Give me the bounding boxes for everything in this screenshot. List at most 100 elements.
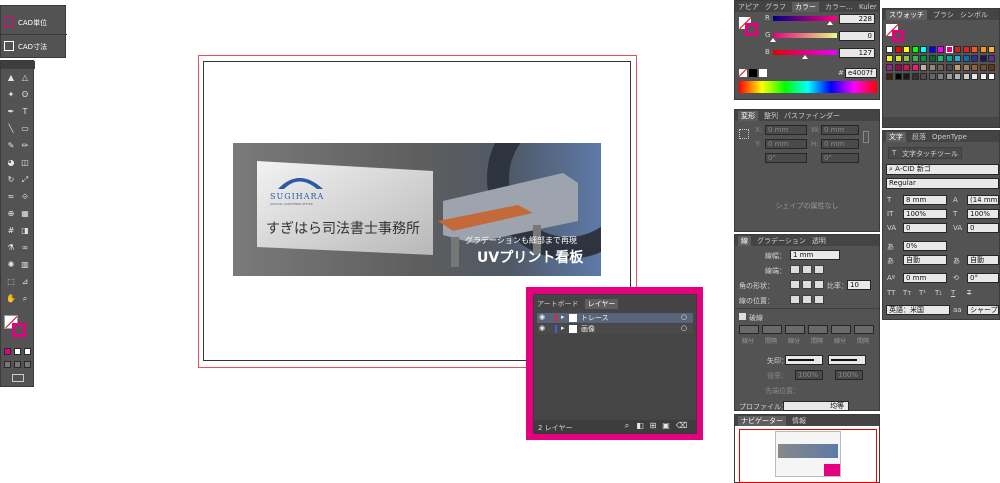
channel-g-slider[interactable] <box>773 33 837 38</box>
antialias-select[interactable]: シャープ <box>967 305 999 315</box>
swatch[interactable] <box>954 46 961 53</box>
tab-paragraph[interactable]: 段落 <box>912 132 926 142</box>
artboard-tool-icon[interactable]: ⬚ <box>6 277 16 287</box>
swatch[interactable] <box>894 55 902 62</box>
type-tool-icon[interactable]: T <box>20 107 30 117</box>
channel-r-value[interactable]: 228 <box>839 14 875 24</box>
white-color-icon[interactable] <box>759 69 767 77</box>
swatch[interactable] <box>903 55 910 62</box>
tracking-field[interactable]: 0 <box>967 223 999 233</box>
color-stroke-swatch[interactable] <box>745 23 758 36</box>
tools-panel-grip[interactable] <box>1 61 35 69</box>
hex-input[interactable]: e4007f <box>845 68 877 78</box>
strikethrough-icon[interactable]: T <box>967 289 971 297</box>
swatch[interactable] <box>971 64 978 71</box>
h-scale-field[interactable]: 100% <box>967 209 999 219</box>
layer-target-icon[interactable]: ○ <box>681 324 687 332</box>
constrain-link-icon[interactable] <box>863 131 869 143</box>
shear-field[interactable]: 0° <box>821 153 859 163</box>
paintbrush-tool-icon[interactable]: ✎ <box>6 141 16 151</box>
swatch[interactable] <box>988 73 995 80</box>
swatch[interactable] <box>979 55 987 62</box>
swatch[interactable] <box>954 55 961 62</box>
swatch[interactable] <box>988 55 995 62</box>
disclosure-triangle-icon[interactable]: ▸ <box>561 324 565 332</box>
scale-tool-icon[interactable]: ⤢ <box>20 175 30 185</box>
shape-builder-tool-icon[interactable]: ⊕ <box>6 209 16 219</box>
x-field[interactable]: 0 mm <box>765 125 807 135</box>
swatch[interactable] <box>988 64 995 71</box>
dashed-checkbox[interactable] <box>739 313 746 320</box>
tab-layers[interactable]: レイヤー <box>584 298 619 309</box>
stroke-swatch[interactable] <box>12 323 26 337</box>
swatch[interactable] <box>886 73 893 80</box>
pen-tool-icon[interactable]: ✒ <box>6 107 16 117</box>
swatch[interactable] <box>979 64 987 71</box>
channel-g-value[interactable]: 0 <box>839 31 875 41</box>
line-tool-icon[interactable]: ╲ <box>6 124 16 134</box>
swatch[interactable] <box>920 64 927 71</box>
swatch[interactable] <box>962 46 970 53</box>
tab-character[interactable]: 文字 <box>886 131 906 142</box>
swatch[interactable] <box>920 46 927 53</box>
lasso-tool-icon[interactable]: ʘ <box>20 90 30 100</box>
swatch[interactable] <box>886 55 893 62</box>
tab-color[interactable]: カラー <box>792 1 819 12</box>
swatch[interactable] <box>945 46 953 53</box>
all-caps-icon[interactable]: TT <box>887 289 895 297</box>
swatch[interactable] <box>894 73 902 80</box>
zoom-tool-icon[interactable]: ⌕ <box>20 294 30 304</box>
swatch[interactable] <box>886 64 893 71</box>
swatch[interactable] <box>911 55 919 62</box>
swatch[interactable] <box>945 64 953 71</box>
black-color-icon[interactable] <box>749 69 757 77</box>
tab-color-guide[interactable]: カラー… <box>825 2 853 12</box>
color-spectrum[interactable] <box>739 81 877 93</box>
visibility-eye-icon[interactable]: ◉ <box>539 313 545 321</box>
tab-align[interactable]: 整列 <box>764 111 778 121</box>
disclosure-triangle-icon[interactable]: ▸ <box>561 313 565 321</box>
font-family-field[interactable]: ⌕ A-CID 新ゴ <box>886 164 999 175</box>
swatch[interactable] <box>971 73 978 80</box>
butt-cap-button[interactable] <box>790 265 800 274</box>
mesh-tool-icon[interactable]: # <box>6 226 16 236</box>
tab-opentype[interactable]: OpenType <box>932 133 967 141</box>
aki-left-field[interactable]: 自動 <box>903 255 947 265</box>
dash-field-0[interactable] <box>739 325 759 334</box>
free-transform-tool-icon[interactable]: ⟐ <box>20 192 30 202</box>
miter-join-button[interactable] <box>790 280 800 289</box>
swatch[interactable] <box>937 55 944 62</box>
artwork-image[interactable]: SUGIHARA JUDICIAL SCRIVENER OFFICE すぎはら司… <box>233 143 601 276</box>
rotate-tool-icon[interactable]: ↻ <box>6 175 16 185</box>
screen-mode-icon[interactable] <box>12 374 24 382</box>
v-scale-field[interactable]: 100% <box>903 209 947 219</box>
dash-field-4[interactable] <box>831 325 851 334</box>
kerning-field[interactable]: 0 <box>903 223 947 233</box>
leading-field[interactable]: (14 mm) <box>967 195 999 205</box>
swatch[interactable] <box>971 46 978 53</box>
swatch-stroke[interactable] <box>892 30 904 42</box>
arrow-end-select[interactable] <box>828 355 866 365</box>
trash-icon[interactable]: ⌫ <box>676 421 687 431</box>
touch-type-button[interactable]: T 文字タッチツール <box>888 147 962 159</box>
blob-brush-tool-icon[interactable]: ◕ <box>6 158 16 168</box>
tab-graph[interactable]: グラフ <box>765 2 786 12</box>
superscript-icon[interactable]: T¹ <box>919 289 926 297</box>
swatch[interactable] <box>928 46 936 53</box>
reference-point-icon[interactable] <box>739 129 749 139</box>
swatch[interactable] <box>894 46 902 53</box>
perspective-grid-tool-icon[interactable]: ▦ <box>20 209 30 219</box>
tab-gradient[interactable]: グラデーション <box>757 236 806 246</box>
language-select[interactable]: 英語：米国 <box>886 305 950 315</box>
tab-transparency[interactable]: 透明 <box>812 236 826 246</box>
eyedropper-tool-icon[interactable]: ⚗ <box>6 243 16 253</box>
weight-field[interactable]: 1 mm <box>790 250 840 260</box>
subscript-icon[interactable]: T₁ <box>935 289 942 297</box>
symbol-sprayer-tool-icon[interactable]: ✺ <box>6 260 16 270</box>
swatch[interactable] <box>954 64 961 71</box>
channel-b-handle[interactable] <box>802 55 808 59</box>
pencil-tool-icon[interactable]: ✏ <box>20 141 30 151</box>
channel-r-handle[interactable] <box>827 21 833 25</box>
swatch[interactable] <box>928 55 936 62</box>
tsume-field[interactable]: 0% <box>903 241 947 251</box>
